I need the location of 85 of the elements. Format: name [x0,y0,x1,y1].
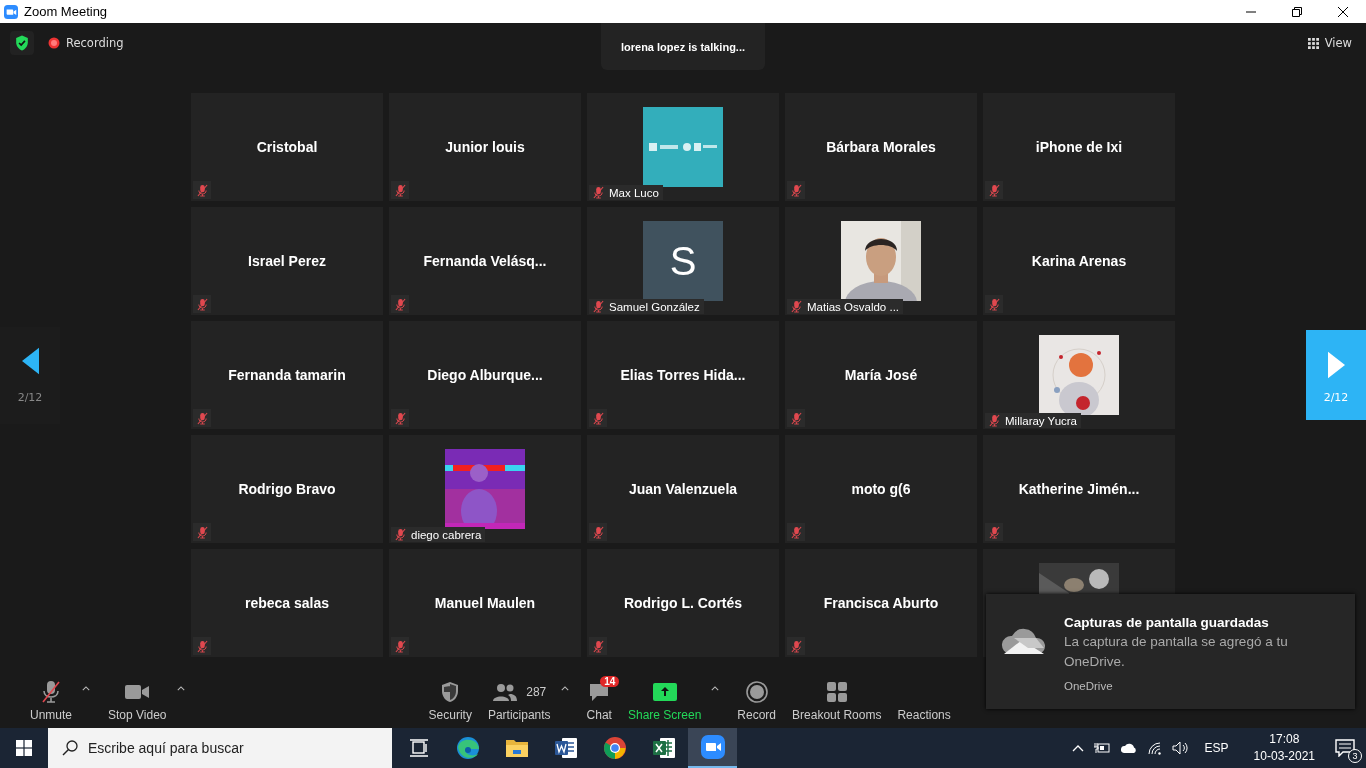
participant-name: Millaray Yucra [1005,414,1077,427]
maximize-icon[interactable] [1292,6,1302,17]
four-squares-icon [825,681,848,703]
participant-name: Rodrigo L. Cortés [623,595,743,611]
action-center-button[interactable]: 3 [1330,733,1360,763]
participant-name: Fernanda tamarin [228,367,346,383]
notification-title: Capturas de pantalla guardadas [1064,615,1270,630]
participant-name: Cristobal [256,139,318,155]
participant-name: Diego Alburque... [427,367,543,383]
input-language[interactable]: ESP [1204,741,1229,755]
participant-name: Karina Arenas [1031,253,1127,269]
participant-name: Israel Perez [248,253,326,269]
window-title: Zoom Meeting [24,4,108,19]
people-icon [492,683,519,701]
battery-plug-icon[interactable] [1092,741,1111,755]
participant-name: Manuel Maulen [434,595,536,611]
video-button[interactable]: Stop Video [100,670,175,722]
task-view-icon [408,738,429,758]
notification-toast[interactable]: Capturas de pantalla guardadas La captura de pantalla se agregó a tu OneDrive. OneDrive [986,594,1355,709]
video-camera-icon [124,683,151,701]
record-button[interactable]: Record [729,670,785,722]
wifi-icon[interactable] [1146,741,1163,755]
participant-name: Fernanda Velásq... [423,253,547,269]
share-screen-icon [652,683,677,701]
participant-name: Matias Osvaldo ... [807,300,900,313]
notification-body: La captura de pantalla se agregó a tu OneDrive. [1064,633,1289,671]
windows-start-icon[interactable] [16,740,32,756]
participant-name: Elias Torres Hida... [620,367,746,383]
participant-name: iPhone de Ixi [1035,139,1123,155]
left-triangle-icon [21,346,39,375]
participant-name: Samuel González [609,300,700,313]
zoom-taskbar-button[interactable] [688,728,737,768]
participant-name: Francisca Aburto [823,595,939,611]
participant-name: María José [844,367,918,383]
participant-name: Juan Valenzuela [628,481,738,497]
participant-name: Junior louis [445,139,525,155]
close-icon[interactable] [1338,6,1348,17]
clock[interactable]: 17:08 10-03-2021 [1253,731,1315,765]
caret-icon[interactable] [560,686,569,691]
reactions-button[interactable]: Reactions [889,670,959,722]
notification-count: 3 [1348,749,1362,763]
time-text: 17:08 [1269,731,1300,748]
search-field[interactable]: Escribe aquí para buscar [48,728,392,768]
speaker-icon[interactable] [1171,741,1190,755]
date-text: 10-03-2021 [1253,748,1315,765]
breakout-button[interactable]: Breakout Rooms [784,670,890,722]
unread-badge: 14 [600,676,620,687]
participant-name: rebeca salas [244,595,330,611]
caret-icon[interactable] [711,686,720,691]
notification-icon [1335,739,1355,757]
initial-avatar: S [643,221,723,301]
shield-icon [440,681,461,703]
chat-button[interactable]: 14 Chat [578,670,620,722]
notification-source: OneDrive [1064,680,1114,692]
folder-icon [504,738,529,758]
talking-toast: lorena lopez is talking... [601,23,765,70]
video-app-icon [700,735,725,759]
participant-name: Rodrigo Bravo [238,481,336,497]
share-button[interactable]: Share Screen [619,670,710,722]
participant-name: Max Luco [609,186,659,199]
caret-icon[interactable] [176,686,185,691]
view-button[interactable]: View [1324,36,1352,50]
search-icon [62,740,78,756]
caret-icon[interactable] [82,686,91,691]
security-button[interactable]: Security [420,670,480,722]
edge-browser-icon [455,736,480,760]
grid-icon [1307,37,1319,49]
participants-button[interactable]: 287 Participants [479,670,559,722]
spreadsheet-icon [651,736,676,760]
chevron-up-icon[interactable] [1071,744,1084,752]
cloud-icon[interactable] [1119,742,1138,754]
participant-name: moto g(6 [851,481,911,497]
shield-check-icon[interactable] [10,31,34,55]
participant-name: diego cabrera [411,528,482,541]
mic-button[interactable]: Unmute [22,670,81,722]
recording-label[interactable]: Recording [66,36,124,50]
word-document-icon [553,736,578,760]
participant-name: Katherine Jimén... [1018,481,1140,497]
recording-dot-icon [48,37,60,49]
chrome-browser-icon [602,736,627,760]
record-icon [745,681,768,703]
zoom-logo-icon [4,4,18,19]
participant-count: 287 [526,685,547,699]
right-triangle-icon [1327,350,1345,379]
participant-name: Bárbara Morales [826,139,936,155]
